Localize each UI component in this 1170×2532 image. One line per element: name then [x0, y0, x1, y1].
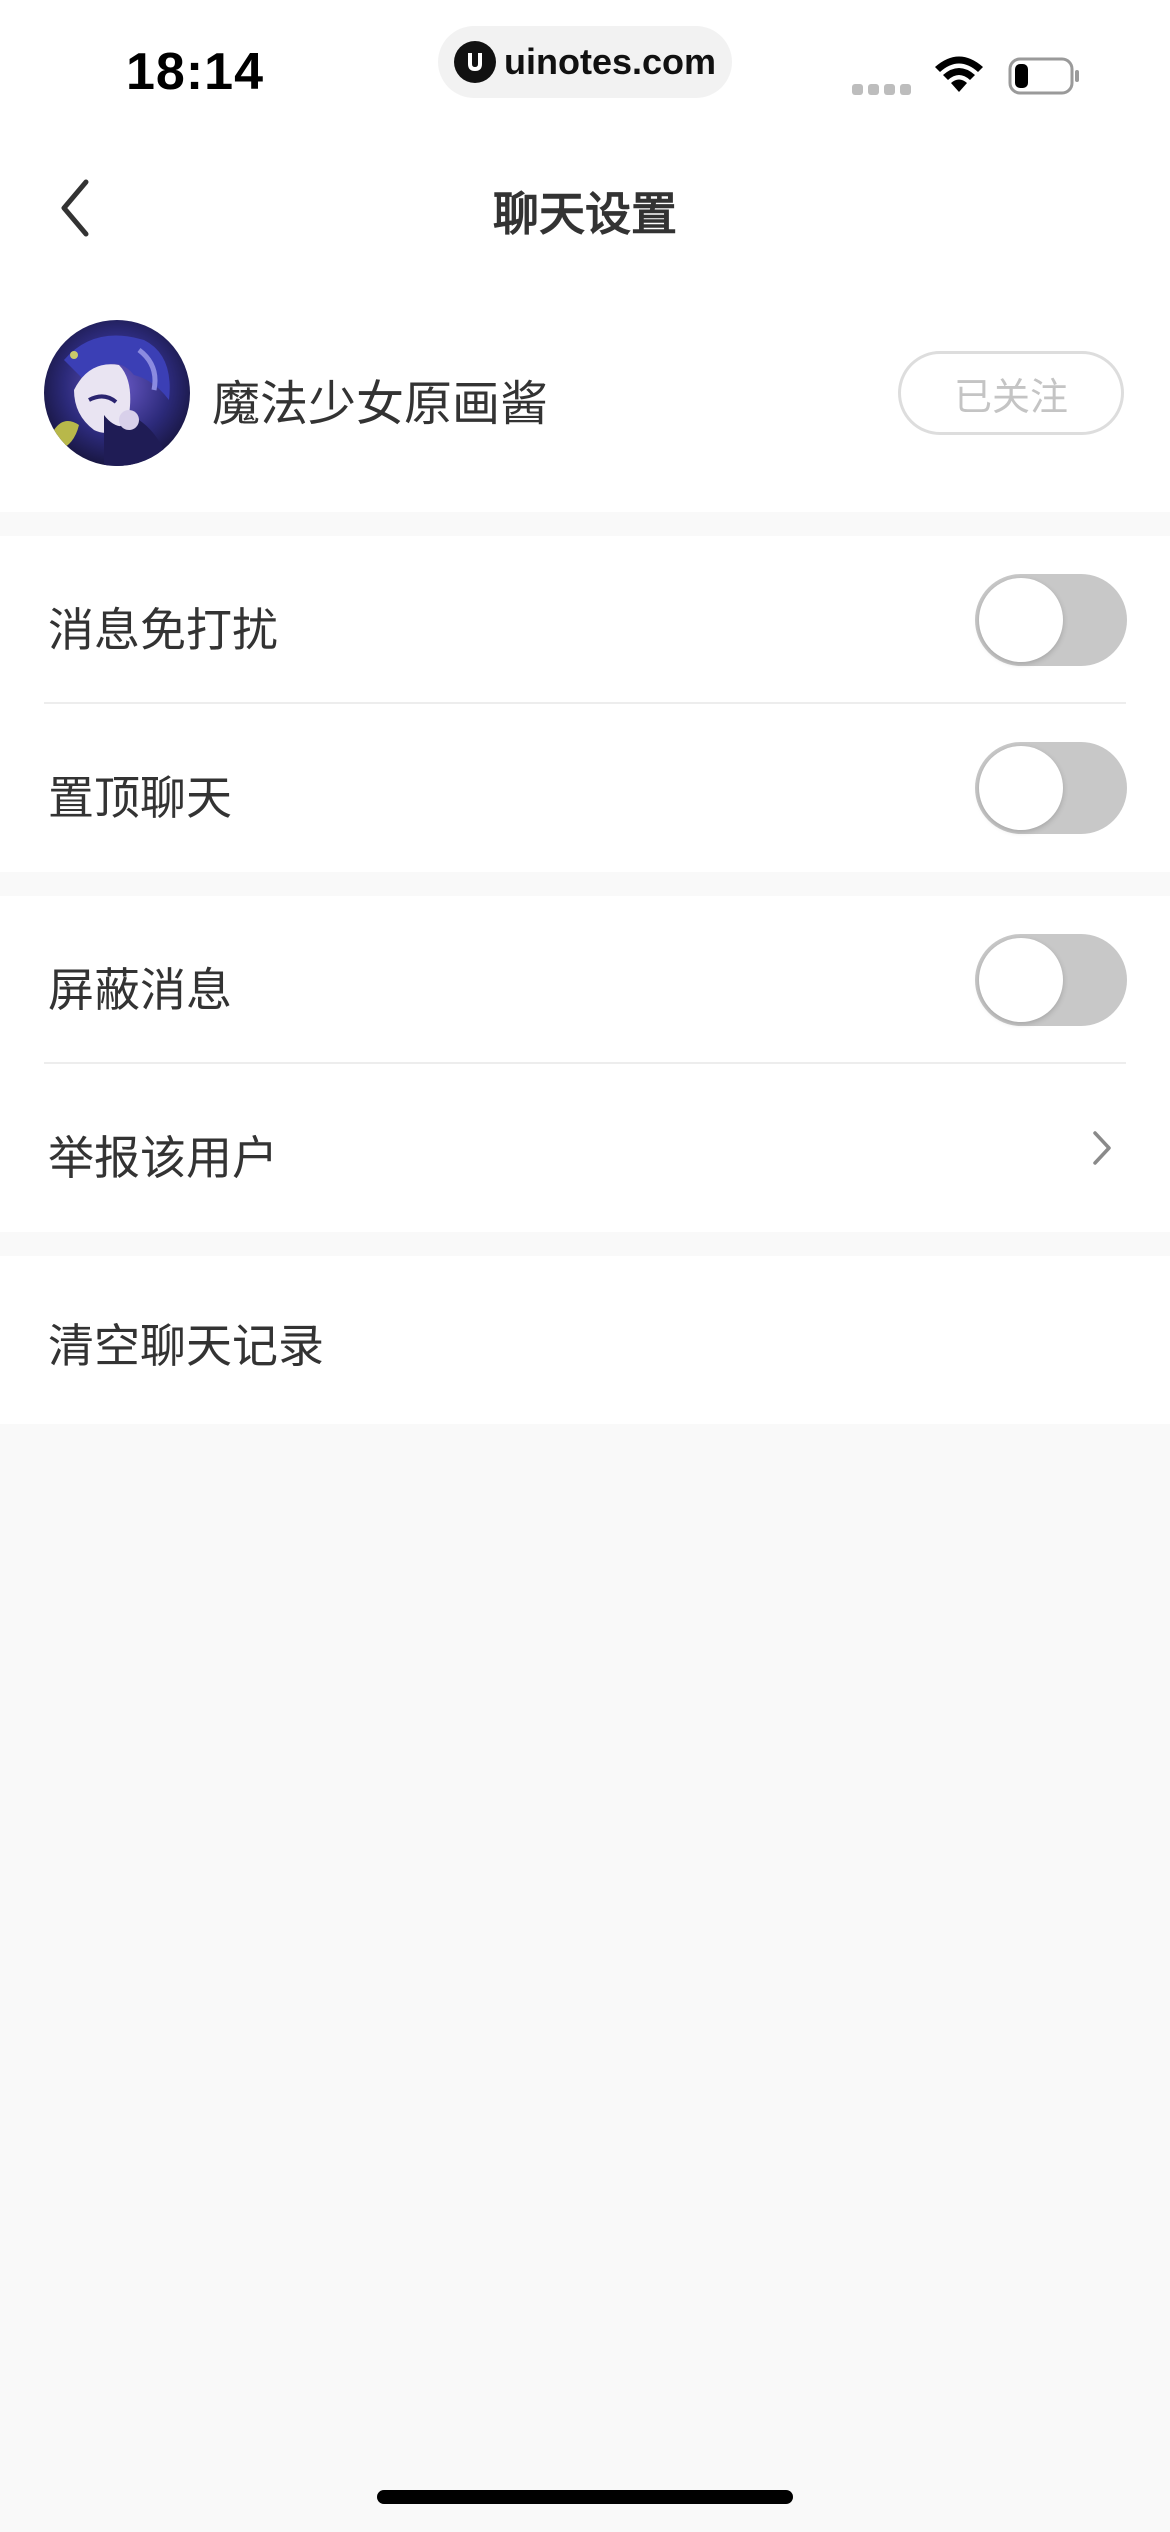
pin-chat-toggle[interactable] — [975, 742, 1127, 834]
report-user-label: 举报该用户 — [48, 1131, 278, 1185]
settings-group-3: 清空聊天记录 — [0, 1256, 1170, 1424]
mute-toggle[interactable] — [975, 574, 1127, 666]
avatar[interactable] — [44, 320, 190, 466]
status-bar: 18:14 uinotes.com — [0, 0, 1170, 140]
follow-button[interactable]: 已关注 — [898, 351, 1124, 435]
url-pill[interactable]: uinotes.com — [438, 26, 732, 98]
setting-row-clear-history[interactable]: 清空聊天记录 — [0, 1256, 1170, 1424]
profile-row[interactable]: 魔法少女原画酱 已关注 — [0, 276, 1170, 512]
battery-icon — [1008, 57, 1079, 95]
chevron-right-icon — [1093, 1131, 1111, 1165]
toggle-knob — [979, 578, 1063, 662]
mute-label: 消息免打扰 — [48, 603, 278, 657]
setting-row-report[interactable]: 举报该用户 — [0, 1064, 1170, 1232]
signal-icon — [852, 84, 911, 95]
page-title: 聊天设置 — [493, 187, 677, 241]
settings-group-2: 屏蔽消息 举报该用户 — [0, 896, 1170, 1232]
clear-history-label: 清空聊天记录 — [48, 1319, 324, 1373]
setting-row-block[interactable]: 屏蔽消息 — [0, 896, 1170, 1064]
toggle-knob — [979, 938, 1063, 1022]
block-messages-toggle[interactable] — [975, 934, 1127, 1026]
profile-name: 魔法少女原画酱 — [212, 376, 549, 432]
url-text: uinotes.com — [504, 41, 717, 82]
site-logo-icon — [454, 41, 496, 83]
wifi-icon — [935, 56, 983, 92]
toggle-knob — [979, 746, 1063, 830]
chat-settings-screen: 18:14 uinotes.com 聊天设置 魔法少女原画酱 已关注 消息免打扰… — [0, 0, 1170, 2532]
setting-row-pin[interactable]: 置顶聊天 — [0, 704, 1170, 872]
status-time: 18:14 — [126, 43, 264, 101]
block-messages-label: 屏蔽消息 — [48, 963, 232, 1017]
home-indicator — [377, 2490, 793, 2504]
pin-chat-label: 置顶聊天 — [48, 771, 232, 825]
settings-group-1: 消息免打扰 置顶聊天 — [0, 536, 1170, 872]
nav-bar: 聊天设置 — [0, 140, 1170, 276]
setting-row-mute[interactable]: 消息免打扰 — [0, 536, 1170, 704]
